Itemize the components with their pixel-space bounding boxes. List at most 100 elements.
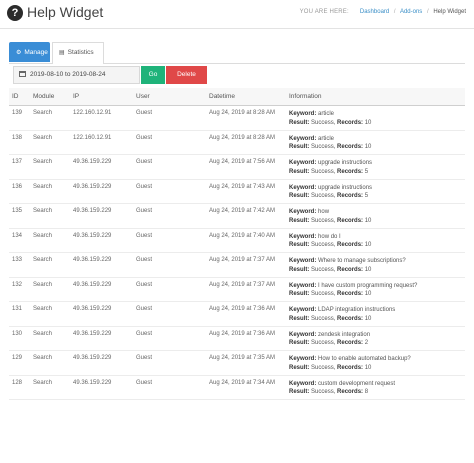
cell-information: Keyword: Where to manage subscriptions? R…	[286, 252, 465, 278]
column-header-module: Module	[30, 88, 70, 106]
cell-id: 132	[9, 277, 30, 302]
cell-user: Guest	[133, 277, 206, 302]
breadcrumb-you-are-here: YOU ARE HERE:	[299, 9, 349, 15]
cell-datetime: Aug 24, 2019 at 7:40 AM	[206, 228, 286, 253]
date-range-value: 2019-08-10 to 2019-08-24	[30, 71, 106, 78]
gear-icon: ⚙	[16, 50, 22, 56]
keyword-value: Where to manage subscriptions?	[318, 258, 406, 264]
result-label: Result:	[289, 340, 310, 346]
result-label: Result:	[289, 364, 310, 371]
delete-button[interactable]: Delete	[166, 66, 207, 84]
cell-information: Keyword: I have custom programming reque…	[286, 277, 465, 302]
cell-id: 130	[9, 326, 30, 351]
keyword-label: Keyword:	[289, 331, 317, 338]
keyword-value: I have custom programming request?	[318, 282, 418, 289]
keyword-value: How to enable automated backup?	[318, 356, 411, 362]
tab-statistics[interactable]: ▤ Statistics	[52, 42, 104, 64]
tab-manage[interactable]: ⚙ Manage	[9, 42, 50, 62]
records-value: 5	[364, 193, 369, 199]
keyword-value: zendesk integration	[318, 331, 371, 338]
records-label: Records:	[337, 340, 364, 346]
column-header-information: Information	[286, 88, 465, 106]
cell-id: 131	[9, 301, 30, 327]
records-value: 5	[364, 168, 369, 175]
table-row: 132 Search 49.36.159.229 Guest Aug 24, 2019 …	[9, 277, 465, 302]
cell-module: Search	[30, 179, 70, 204]
cell-user: Guest	[133, 228, 206, 253]
records-value: 10	[364, 291, 372, 297]
records-value: 10	[364, 217, 372, 224]
result-value: Success,	[311, 144, 336, 150]
result-value: Success,	[311, 291, 336, 297]
page-title: Help Widget	[27, 4, 104, 20]
cell-information: Keyword: how Result: Success, Records: 10	[286, 203, 465, 229]
cell-datetime: Aug 24, 2019 at 7:56 AM	[206, 154, 286, 180]
cell-datetime: Aug 24, 2019 at 7:42 AM	[206, 203, 286, 229]
records-label: Records:	[337, 217, 364, 224]
tab-statistics-label: Statistics	[67, 49, 94, 56]
keyword-label: Keyword:	[289, 135, 317, 142]
cell-ip: 49.36.159.229	[70, 203, 133, 229]
result-label: Result:	[289, 144, 310, 150]
cell-id: 137	[9, 154, 30, 180]
result-value: Success,	[311, 119, 336, 126]
keyword-label: Keyword:	[289, 282, 317, 289]
breadcrumb-dashboard-link[interactable]: Dashboard	[360, 9, 389, 15]
table-row: 133 Search 49.36.159.229 Guest Aug 24, 2019 …	[9, 252, 465, 278]
result-value: Success,	[311, 364, 336, 371]
keyword-label: Keyword:	[289, 111, 317, 117]
records-label: Records:	[337, 315, 364, 322]
keyword-label: Keyword:	[289, 160, 317, 166]
tab-bar: ⚙ Manage ▤ Statistics	[9, 42, 465, 64]
keyword-value: article	[318, 111, 335, 117]
help-widget-logo-icon	[7, 5, 23, 21]
cell-module: Search	[30, 105, 70, 131]
tab-manage-label: Manage	[24, 49, 48, 56]
records-value: 10	[364, 266, 372, 273]
date-range-input[interactable]: 2019-08-10 to 2019-08-24	[13, 66, 140, 84]
cell-information: Keyword: article Result: Success, Records…	[286, 130, 465, 155]
column-header-id: ID	[9, 88, 30, 106]
cell-ip: 49.36.159.229	[70, 326, 133, 351]
records-label: Records:	[337, 119, 364, 126]
statistics-table: ID Module IP User Datetime Information 1…	[9, 88, 465, 400]
cell-user: Guest	[133, 252, 206, 278]
result-value: Success,	[311, 266, 336, 273]
result-label: Result:	[289, 315, 310, 322]
table-row: 131 Search 49.36.159.229 Guest Aug 24, 2019 …	[9, 301, 465, 327]
result-value: Success,	[311, 193, 336, 199]
cell-ip: 122.160.12.91	[70, 105, 133, 131]
cell-information: Keyword: LDAP integration instructions Re…	[286, 301, 465, 327]
cell-datetime: Aug 24, 2019 at 7:43 AM	[206, 179, 286, 204]
cell-ip: 49.36.159.229	[70, 350, 133, 376]
cell-module: Search	[30, 350, 70, 376]
keyword-value: how do I	[318, 233, 341, 240]
table-header-row: ID Module IP User Datetime Information	[9, 88, 465, 106]
cell-ip: 49.36.159.229	[70, 277, 133, 302]
cell-information: Keyword: article Result: Success, Records…	[286, 105, 465, 131]
cell-information: Keyword: custom development request Resul…	[286, 375, 465, 400]
records-label: Records:	[337, 168, 364, 175]
keyword-label: Keyword:	[289, 307, 317, 313]
table-row: 130 Search 49.36.159.229 Guest Aug 24, 2019 …	[9, 326, 465, 351]
column-header-ip: IP	[70, 88, 133, 106]
cell-information: Keyword: How to enable automated backup?…	[286, 350, 465, 376]
keyword-label: Keyword:	[289, 209, 317, 215]
cell-module: Search	[30, 154, 70, 180]
records-label: Records:	[337, 193, 364, 199]
table-row: 129 Search 49.36.159.229 Guest Aug 24, 2019 …	[9, 350, 465, 376]
result-value: Success,	[311, 340, 336, 346]
cell-datetime: Aug 24, 2019 at 8:28 AM	[206, 105, 286, 131]
keyword-label: Keyword:	[289, 356, 317, 362]
result-label: Result:	[289, 193, 310, 199]
cell-id: 136	[9, 179, 30, 204]
go-button[interactable]: Go	[141, 66, 165, 84]
cell-datetime: Aug 24, 2019 at 7:35 AM	[206, 350, 286, 376]
table-row: 138 Search 122.160.12.91 Guest Aug 24, 2019 …	[9, 130, 465, 155]
cell-ip: 122.160.12.91	[70, 130, 133, 155]
calendar-icon	[19, 71, 26, 78]
cell-module: Search	[30, 375, 70, 400]
cell-ip: 49.36.159.229	[70, 154, 133, 180]
cell-information: Keyword: how do I Result: Success, Record…	[286, 228, 465, 253]
breadcrumb-addons-link[interactable]: Add-ons	[400, 9, 422, 15]
